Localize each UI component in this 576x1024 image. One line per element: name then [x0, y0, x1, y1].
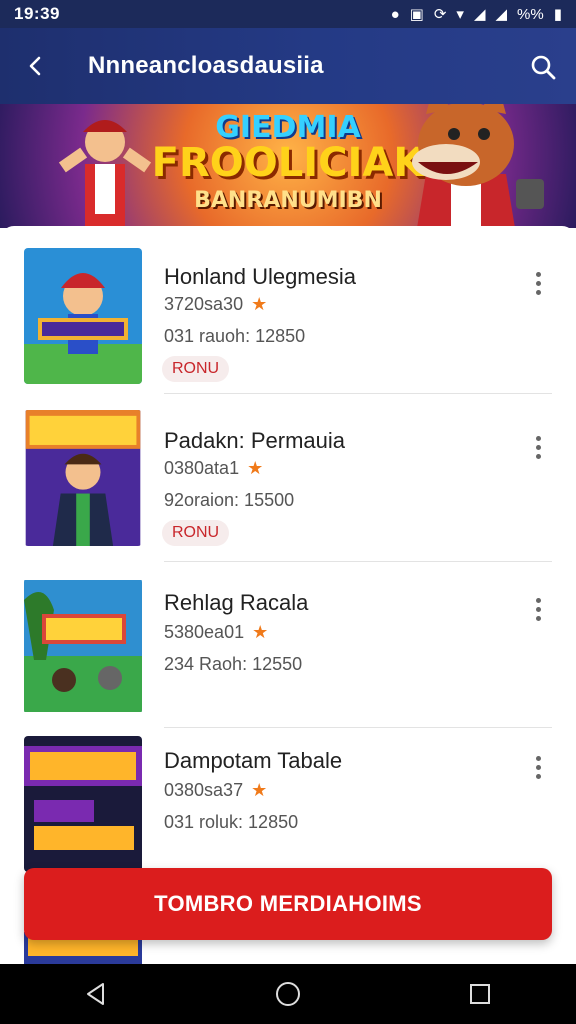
game-stats: 031 rauoh: 12850 — [164, 326, 306, 346]
square-recents-icon — [470, 984, 490, 1004]
game-name: Rehlag Racala — [164, 590, 309, 615]
more-dots-icon — [535, 435, 541, 441]
star-icon: ★ — [251, 780, 268, 800]
game-name: Dampotam Tabale — [164, 748, 343, 773]
game-list: Honland Ulegmesia 3720sa30 ★ 031 rauoh: … — [0, 226, 576, 966]
game-name: Honland Ulegmesia — [164, 264, 356, 289]
divider — [164, 393, 552, 394]
status-time: 19:39 — [14, 4, 60, 23]
game-stats: 234 Raoh: 12550 — [164, 654, 303, 674]
nav-home-button[interactable] — [258, 964, 318, 1024]
rating-value: 3720sa30 — [164, 294, 244, 314]
sync-icon: ⟳ — [433, 6, 447, 23]
more-dots-icon — [535, 597, 541, 603]
rating-value: 0380sa37 — [164, 780, 244, 800]
more-dots-icon — [535, 271, 541, 277]
rating-value: 5380ea01 — [164, 622, 245, 642]
wifi-icon: ▾ — [456, 6, 464, 23]
game-stats: 031 roluk: 12850 — [164, 812, 299, 832]
more-dots-icon — [535, 755, 541, 761]
more-options-button[interactable] — [528, 432, 548, 462]
hero-wolf-mascot-image — [412, 104, 544, 228]
star-icon: ★ — [251, 294, 268, 314]
status-badge: RONU — [162, 520, 230, 546]
nav-back-button[interactable] — [66, 964, 126, 1024]
primary-action-button[interactable]: TOMBRO MERDIAHOIMS — [24, 868, 552, 940]
game-rating: 3720sa30 ★ — [164, 294, 267, 315]
list-item[interactable]: Honland Ulegmesia 3720sa30 ★ 031 rauoh: … — [0, 234, 576, 394]
more-options-button[interactable] — [528, 594, 548, 624]
app-bar: Nnneancloasdausiia — [0, 28, 576, 108]
divider — [164, 561, 552, 562]
star-icon: ★ — [252, 622, 269, 642]
back-button[interactable] — [18, 48, 54, 84]
game-name: Padakn: Permauia — [164, 428, 345, 453]
game-rating: 5380ea01 ★ — [164, 622, 268, 643]
page-title: Nnneancloasdausiia — [88, 52, 324, 79]
battery-label: %% — [517, 5, 544, 23]
rating-value: 0380ata1 — [164, 458, 240, 478]
hero-banner[interactable]: GIEDMIA FROOLICIAK BANRANUMIBN — [0, 104, 576, 228]
circle-home-icon — [276, 982, 300, 1006]
list-item[interactable]: Dampotam Tabale 0380sa37 ★ 031 roluk: 12… — [0, 726, 576, 886]
list-item[interactable]: Rehlag Racala 5380ea01 ★ 234 Raoh: 12550 — [0, 568, 576, 728]
game-stats: 92oraion: 15500 — [164, 490, 295, 510]
triangle-back-icon — [87, 983, 104, 1005]
battery-icon: ▮ — [553, 6, 562, 23]
list-item[interactable]: Padakn: Permauia 0380ata1 ★ 92oraion: 15… — [0, 402, 576, 562]
game-rating: 0380ata1 ★ — [164, 458, 263, 479]
back-arrow-icon — [29, 56, 41, 76]
more-options-button[interactable] — [528, 752, 548, 782]
more-options-button[interactable] — [528, 268, 548, 298]
status-icons: ● ▣ ⟳ ▾ ◢ ◢ %% ▮ — [390, 5, 562, 24]
game-rating: 0380sa37 ★ — [164, 780, 267, 801]
nav-recents-button[interactable] — [450, 964, 510, 1024]
signal-2-icon: ◢ — [495, 6, 508, 23]
system-nav-bar — [0, 964, 576, 1024]
search-button[interactable] — [526, 50, 560, 84]
signal-icon: ◢ — [473, 6, 486, 23]
game-thumbnail — [24, 736, 142, 872]
search-icon — [531, 55, 556, 80]
star-icon: ★ — [247, 458, 264, 478]
game-thumbnail — [24, 580, 142, 712]
status-bar: 19:39 ● ▣ ⟳ ▾ ◢ ◢ %% ▮ — [0, 0, 576, 28]
cast-icon: ▣ — [409, 6, 424, 23]
game-thumbnail — [24, 248, 142, 384]
notification-icon: ● — [390, 5, 400, 23]
status-badge: RONU — [162, 356, 230, 382]
game-thumbnail — [25, 410, 141, 546]
